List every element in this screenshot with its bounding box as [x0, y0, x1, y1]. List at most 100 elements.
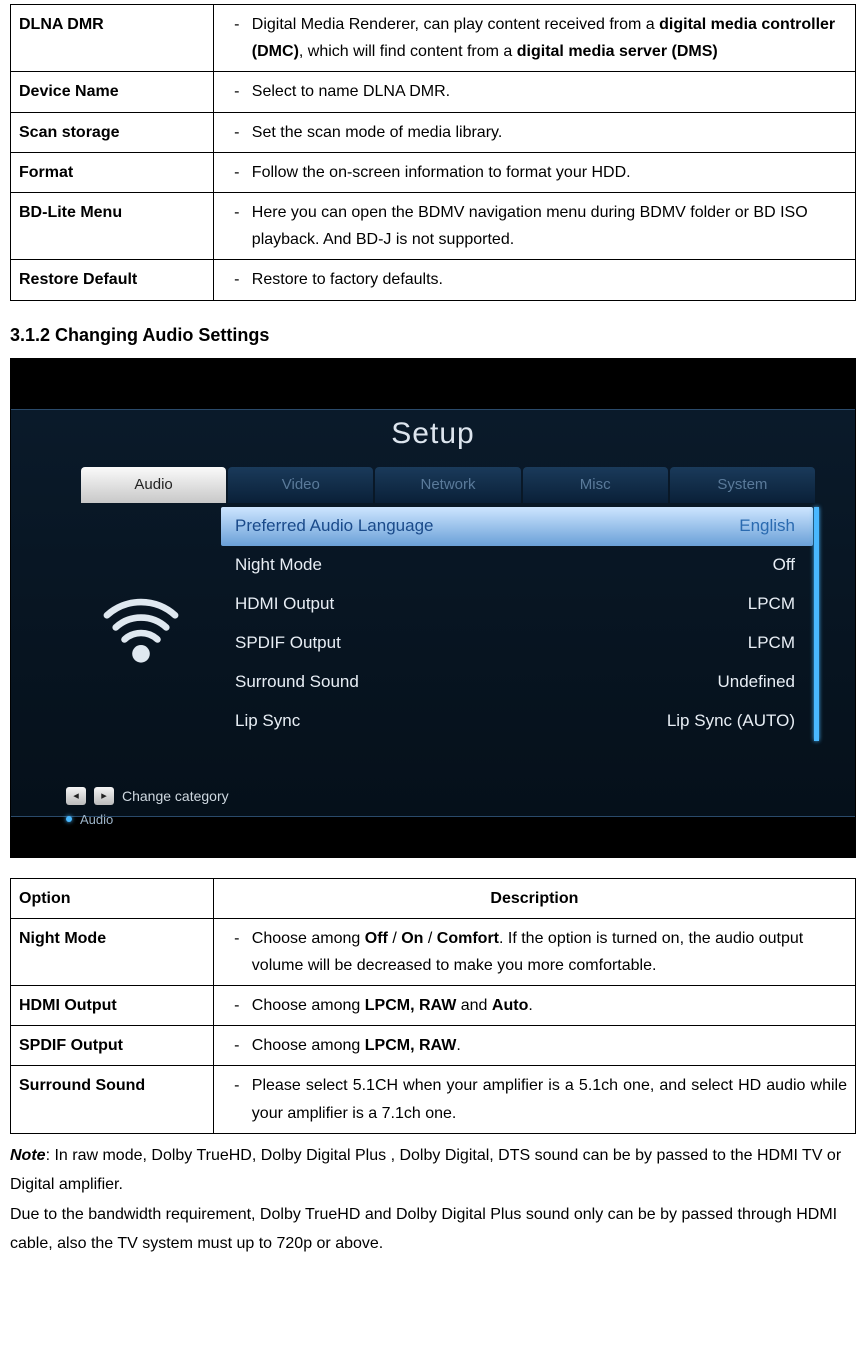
- row-value: Lip Sync (AUTO): [667, 711, 795, 731]
- scrollbar-thumb[interactable]: [814, 507, 819, 741]
- option-desc: - Choose among LPCM, RAW and Auto.: [213, 986, 855, 1026]
- dash: -: [222, 159, 252, 186]
- option-name: Restore Default: [11, 260, 214, 300]
- option-desc: - Choose among LPCM, RAW.: [213, 1026, 855, 1066]
- option-name: Device Name: [11, 72, 214, 112]
- bold-text: LPCM, RAW: [365, 997, 457, 1014]
- dash: -: [222, 1072, 252, 1126]
- right-key-icon: ▸: [94, 787, 114, 805]
- dash: -: [222, 992, 252, 1019]
- sub-text: Audio: [80, 812, 113, 827]
- footer-hint: ◂ ▸ Change category: [66, 787, 229, 805]
- option-desc: -Set the scan mode of media library.: [213, 112, 855, 152]
- option-desc: -Follow the on-screen information to for…: [213, 152, 855, 192]
- audio-icon: [86, 579, 196, 689]
- option-name: DLNA DMR: [11, 5, 214, 72]
- row-value: LPCM: [748, 594, 795, 614]
- option-name: Scan storage: [11, 112, 214, 152]
- audio-options-table: Option Description Night Mode - Choose a…: [10, 878, 856, 1134]
- row-label: HDMI Output: [235, 594, 334, 614]
- table-row: DLNA DMR - Digital Media Renderer, can p…: [11, 5, 856, 72]
- dash: -: [222, 119, 252, 146]
- system-options-table: DLNA DMR - Digital Media Renderer, can p…: [10, 4, 856, 301]
- left-key-icon: ◂: [66, 787, 86, 805]
- table-row: Night Mode - Choose among Off / On / Com…: [11, 918, 856, 985]
- setup-row-surround-sound[interactable]: Surround Sound Undefined: [221, 663, 813, 702]
- desc-text: Please select 5.1CH when your amplifier …: [252, 1072, 847, 1126]
- table-row: Device Name -Select to name DLNA DMR.: [11, 72, 856, 112]
- text: .: [456, 1037, 460, 1054]
- option-desc: -Restore to factory defaults.: [213, 260, 855, 300]
- row-value: Off: [773, 555, 795, 575]
- desc-text: Here you can open the BDMV navigation me…: [252, 199, 847, 253]
- setup-tabs: Audio Video Network Misc System: [81, 467, 815, 503]
- text: Digital Media Renderer, can play content…: [252, 16, 659, 33]
- text: .: [528, 997, 532, 1014]
- text: and: [456, 997, 492, 1014]
- dash: -: [222, 1032, 252, 1059]
- desc-text: Digital Media Renderer, can play content…: [252, 11, 847, 65]
- desc-text: Choose among LPCM, RAW.: [252, 1032, 847, 1059]
- text: Choose among: [252, 930, 365, 947]
- setup-row-night-mode[interactable]: Night Mode Off: [221, 546, 813, 585]
- option-name: BD-Lite Menu: [11, 192, 214, 259]
- table-row: Format -Follow the on-screen information…: [11, 152, 856, 192]
- row-label: SPDIF Output: [235, 633, 341, 653]
- table-row: Surround Sound - Please select 5.1CH whe…: [11, 1066, 856, 1133]
- setup-row-spdif-output[interactable]: SPDIF Output LPCM: [221, 624, 813, 663]
- bullet-icon: [66, 816, 72, 822]
- bold-text: On: [401, 930, 423, 947]
- option-desc: -Select to name DLNA DMR.: [213, 72, 855, 112]
- text: Choose among: [252, 997, 365, 1014]
- desc-text: Select to name DLNA DMR.: [252, 78, 847, 105]
- scrollbar[interactable]: [814, 507, 819, 741]
- row-label: Preferred Audio Language: [235, 516, 434, 536]
- tab-network[interactable]: Network: [375, 467, 520, 503]
- desc-text: Choose among Off / On / Comfort. If the …: [252, 925, 847, 979]
- dash: -: [222, 266, 252, 293]
- note-text: : In raw mode, Dolby TrueHD, Dolby Digit…: [10, 1147, 841, 1193]
- table-row: SPDIF Output - Choose among LPCM, RAW.: [11, 1026, 856, 1066]
- text: /: [388, 930, 401, 947]
- table-header-row: Option Description: [11, 878, 856, 918]
- text: , which will find content from a: [299, 43, 517, 60]
- tab-misc[interactable]: Misc: [523, 467, 668, 503]
- dash: -: [222, 78, 252, 105]
- dash: -: [222, 11, 252, 65]
- tab-system[interactable]: System: [670, 467, 815, 503]
- row-value: English: [739, 516, 795, 536]
- section-heading: 3.1.2 Changing Audio Settings: [10, 325, 856, 346]
- row-label: Surround Sound: [235, 672, 359, 692]
- setup-title: Setup: [11, 417, 855, 451]
- row-value: LPCM: [748, 633, 795, 653]
- option-name: Night Mode: [11, 918, 214, 985]
- row-label: Lip Sync: [235, 711, 300, 731]
- header-description: Description: [213, 878, 855, 918]
- desc-text: Choose among LPCM, RAW and Auto.: [252, 992, 847, 1019]
- option-desc: -Here you can open the BDMV navigation m…: [213, 192, 855, 259]
- setup-row-preferred-language[interactable]: Preferred Audio Language English: [221, 507, 813, 546]
- row-value: Undefined: [717, 672, 795, 692]
- table-row: Restore Default -Restore to factory defa…: [11, 260, 856, 300]
- option-desc: - Choose among Off / On / Comfort. If th…: [213, 918, 855, 985]
- setup-row-lip-sync[interactable]: Lip Sync Lip Sync (AUTO): [221, 702, 813, 741]
- dash: -: [222, 199, 252, 253]
- desc-text: Restore to factory defaults.: [252, 266, 847, 293]
- bold-text: Auto: [492, 997, 528, 1014]
- note-label: Note: [10, 1147, 46, 1164]
- tab-audio[interactable]: Audio: [81, 467, 226, 503]
- table-row: BD-Lite Menu -Here you can open the BDMV…: [11, 192, 856, 259]
- bold-text: digital media server (DMS): [517, 43, 718, 60]
- text: Choose among: [252, 1037, 365, 1054]
- note-paragraph-2: Due to the bandwidth requirement, Dolby …: [10, 1201, 856, 1259]
- text: /: [423, 930, 436, 947]
- row-label: Night Mode: [235, 555, 322, 575]
- footer-sub: Audio: [66, 812, 113, 827]
- tab-video[interactable]: Video: [228, 467, 373, 503]
- option-name: Format: [11, 152, 214, 192]
- setup-row-hdmi-output[interactable]: HDMI Output LPCM: [221, 585, 813, 624]
- option-name: Surround Sound: [11, 1066, 214, 1133]
- note-paragraph-1: Note: In raw mode, Dolby TrueHD, Dolby D…: [10, 1142, 856, 1200]
- hint-text: Change category: [122, 788, 229, 804]
- bold-text: Comfort: [437, 930, 499, 947]
